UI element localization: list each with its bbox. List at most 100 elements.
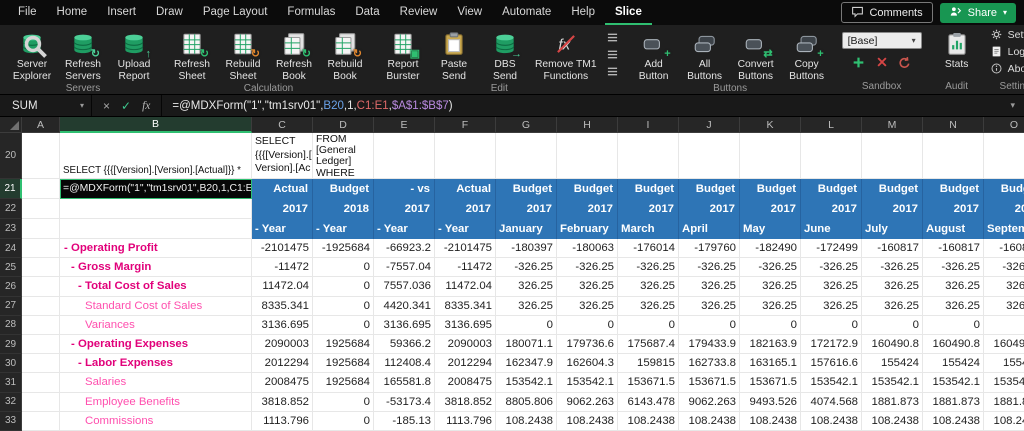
share-button[interactable]: Share ▾ — [940, 3, 1016, 23]
cell-L29[interactable]: 172172.9 — [801, 335, 862, 354]
add-button-button[interactable]: +AddButton — [629, 28, 679, 83]
settings-item[interactable]: Settings — [990, 28, 1024, 41]
cell-O27[interactable]: 326.25 — [984, 297, 1024, 316]
cell-F33[interactable]: 1113.796 — [435, 412, 496, 431]
copy-buttons-button[interactable]: +CopyButtons — [782, 28, 832, 83]
cell-O22[interactable]: 2017 — [984, 199, 1024, 219]
column-header-H[interactable]: H — [557, 117, 618, 133]
cell-J31[interactable]: 153671.5 — [679, 373, 740, 392]
cell-K28[interactable]: 0 — [740, 316, 801, 335]
cell-K31[interactable]: 153671.5 — [740, 373, 801, 392]
cell-G23[interactable]: January — [496, 219, 557, 239]
cell-J22[interactable]: 2017 — [679, 199, 740, 219]
cell-C20[interactable]: SELECT{{{[Version].[Version].[Ac — [252, 133, 313, 179]
cell-I28[interactable]: 0 — [618, 316, 679, 335]
cell-J27[interactable]: 326.25 — [679, 297, 740, 316]
cell-J32[interactable]: 9062.263 — [679, 393, 740, 412]
cell-L21[interactable]: Budget — [801, 179, 862, 199]
tab-view[interactable]: View — [447, 0, 492, 25]
cell-L27[interactable]: 326.25 — [801, 297, 862, 316]
cell-F25[interactable]: -11472 — [435, 258, 496, 277]
cell-D27[interactable]: 0 — [313, 297, 374, 316]
cell-L25[interactable]: -326.25 — [801, 258, 862, 277]
cell-N26[interactable]: 326.25 — [923, 277, 984, 296]
cell-A31[interactable] — [22, 373, 60, 392]
cell-D31[interactable]: 1925684 — [313, 373, 374, 392]
formula-input[interactable]: =@MDXForm("1","tm1srv01",B20,1,C1:E1,$A$… — [162, 100, 1001, 112]
cell-A32[interactable] — [22, 393, 60, 412]
cell-K22[interactable]: 2017 — [740, 199, 801, 219]
cell-B23[interactable] — [60, 219, 252, 239]
cell-L31[interactable]: 153542.1 — [801, 373, 862, 392]
remove-tm1-functions-button[interactable]: fxRemove TM1Functions — [531, 28, 601, 83]
stats-button[interactable]: Stats — [932, 28, 982, 72]
cell-J21[interactable]: Budget — [679, 179, 740, 199]
sandbox-cross-button[interactable] — [875, 55, 889, 69]
cell-I31[interactable]: 153671.5 — [618, 373, 679, 392]
cell-A21[interactable] — [22, 179, 60, 199]
tab-insert[interactable]: Insert — [97, 0, 146, 25]
refresh-sheet-button[interactable]: ↻RefreshSheet — [167, 28, 217, 83]
cell-O28[interactable]: 0 — [984, 316, 1024, 335]
cell-J24[interactable]: -179760 — [679, 239, 740, 258]
cell-J28[interactable]: 0 — [679, 316, 740, 335]
column-header-A[interactable]: A — [22, 117, 60, 133]
cell-G20[interactable] — [496, 133, 557, 179]
cell-I32[interactable]: 6143.478 — [618, 393, 679, 412]
cell-B20[interactable]: SELECT {{{[Version].[Version].[Actual]}}… — [60, 133, 252, 179]
cell-K25[interactable]: -326.25 — [740, 258, 801, 277]
cell-G28[interactable]: 0 — [496, 316, 557, 335]
cell-D21[interactable]: Budget — [313, 179, 374, 199]
cell-D20[interactable]: FROM[GeneralLedger]WHERE — [313, 133, 374, 179]
cell-H23[interactable]: February — [557, 219, 618, 239]
cell-I33[interactable]: 108.2438 — [618, 412, 679, 431]
cell-I30[interactable]: 159815 — [618, 354, 679, 373]
cell-B24[interactable]: - Operating Profit — [60, 239, 252, 258]
tab-file[interactable]: File — [8, 0, 47, 25]
cell-I23[interactable]: March — [618, 219, 679, 239]
cell-M21[interactable]: Budget — [862, 179, 923, 199]
cell-G27[interactable]: 326.25 — [496, 297, 557, 316]
name-box[interactable]: SUM ▾ — [0, 95, 92, 116]
edit-extra-button-3[interactable] — [605, 65, 621, 78]
cell-C21[interactable]: Actual — [252, 179, 313, 199]
column-header-M[interactable]: M — [862, 117, 923, 133]
tab-help[interactable]: Help — [561, 0, 605, 25]
row-header-21[interactable]: 21 — [0, 179, 22, 199]
select-all-button[interactable] — [0, 117, 22, 133]
column-header-I[interactable]: I — [618, 117, 679, 133]
cell-F22[interactable]: 2017 — [435, 199, 496, 219]
formula-bar-expand-icon[interactable]: ▾ — [1001, 100, 1024, 111]
row-header-22[interactable]: 22 — [0, 199, 22, 219]
column-header-B[interactable]: B — [60, 117, 252, 133]
cell-C23[interactable]: - Year — [252, 219, 313, 239]
about-item[interactable]: About — [990, 62, 1024, 75]
cell-M30[interactable]: 155424 — [862, 354, 923, 373]
row-header-23[interactable]: 23 — [0, 219, 22, 239]
cell-G32[interactable]: 8805.806 — [496, 393, 557, 412]
cell-G26[interactable]: 326.25 — [496, 277, 557, 296]
cell-A20[interactable] — [22, 133, 60, 179]
cell-N24[interactable]: -160817 — [923, 239, 984, 258]
row-header-24[interactable]: 24 — [0, 239, 22, 258]
cell-K24[interactable]: -182490 — [740, 239, 801, 258]
cell-N33[interactable]: 108.2438 — [923, 412, 984, 431]
cell-M24[interactable]: -160817 — [862, 239, 923, 258]
upload-report-button[interactable]: ↑UploadReport — [109, 28, 159, 83]
cell-G33[interactable]: 108.2438 — [496, 412, 557, 431]
cell-D28[interactable]: 0 — [313, 316, 374, 335]
cell-O24[interactable]: -160817 — [984, 239, 1024, 258]
cell-A29[interactable] — [22, 335, 60, 354]
cell-O31[interactable]: 153542.1 — [984, 373, 1024, 392]
cell-G22[interactable]: 2017 — [496, 199, 557, 219]
cell-M31[interactable]: 153542.1 — [862, 373, 923, 392]
cell-G25[interactable]: -326.25 — [496, 258, 557, 277]
cell-B32[interactable]: Employee Benefits — [60, 393, 252, 412]
cell-J29[interactable]: 179433.9 — [679, 335, 740, 354]
sandbox-plus-button[interactable] — [852, 55, 866, 69]
cell-B29[interactable]: - Operating Expenses — [60, 335, 252, 354]
cell-E25[interactable]: -7557.04 — [374, 258, 435, 277]
cell-B25[interactable]: - Gross Margin — [60, 258, 252, 277]
row-header-26[interactable]: 26 — [0, 277, 22, 296]
convert-buttons-button[interactable]: ⇄ConvertButtons — [731, 28, 781, 83]
